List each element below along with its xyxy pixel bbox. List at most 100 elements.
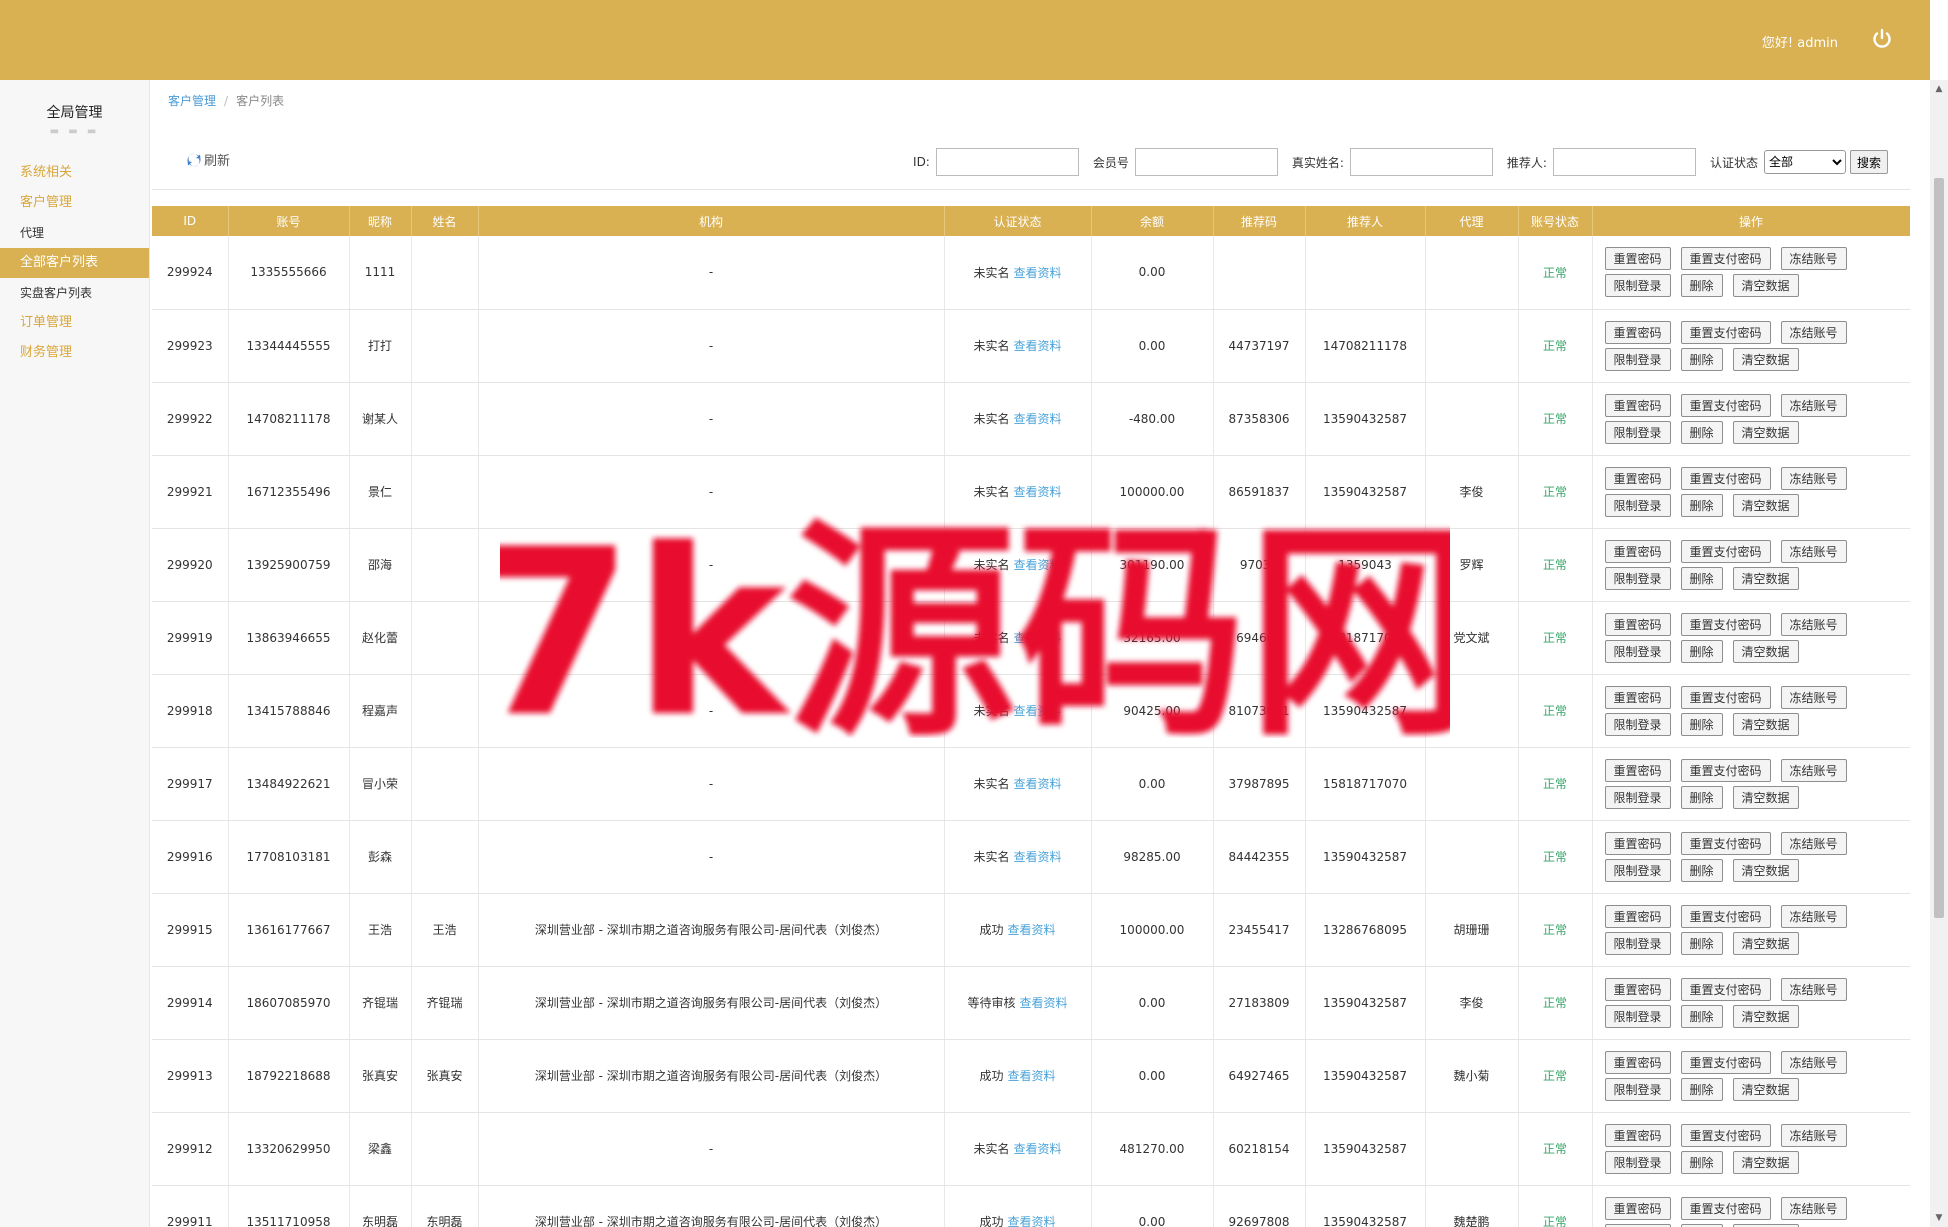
reset-password-button[interactable]: 重置密码 xyxy=(1604,539,1671,563)
scrollbar-thumb[interactable] xyxy=(1934,178,1944,918)
view-profile-link[interactable]: 查看资料 xyxy=(1014,777,1062,791)
freeze-account-button[interactable]: 冻结账号 xyxy=(1780,393,1847,417)
scroll-up-icon[interactable]: ▲ xyxy=(1934,84,1944,94)
freeze-account-button[interactable]: 冻结账号 xyxy=(1780,320,1847,344)
sidebar-item-1[interactable]: 客户管理 xyxy=(0,188,149,218)
delete-button[interactable]: 删除 xyxy=(1680,274,1723,298)
clear-data-button[interactable]: 清空数据 xyxy=(1732,274,1799,298)
reset-password-button[interactable]: 重置密码 xyxy=(1604,612,1671,636)
reset-pay-password-button[interactable]: 重置支付密码 xyxy=(1680,393,1771,417)
clear-data-button[interactable]: 清空数据 xyxy=(1732,712,1799,736)
sidebar-item-5[interactable]: 订单管理 xyxy=(0,308,149,338)
reset-password-button[interactable]: 重置密码 xyxy=(1604,1196,1671,1220)
restrict-login-button[interactable]: 限制登录 xyxy=(1604,347,1671,371)
reset-password-button[interactable]: 重置密码 xyxy=(1604,1050,1671,1074)
clear-data-button[interactable]: 清空数据 xyxy=(1732,639,1799,663)
delete-button[interactable]: 删除 xyxy=(1680,1223,1723,1227)
reset-password-button[interactable]: 重置密码 xyxy=(1604,1123,1671,1147)
reset-password-button[interactable]: 重置密码 xyxy=(1604,904,1671,928)
freeze-account-button[interactable]: 冻结账号 xyxy=(1780,247,1847,271)
freeze-account-button[interactable]: 冻结账号 xyxy=(1780,904,1847,928)
view-profile-link[interactable]: 查看资料 xyxy=(1008,1215,1056,1227)
restrict-login-button[interactable]: 限制登录 xyxy=(1604,1077,1671,1101)
reset-pay-password-button[interactable]: 重置支付密码 xyxy=(1680,320,1771,344)
reset-pay-password-button[interactable]: 重置支付密码 xyxy=(1680,1196,1771,1220)
reset-password-button[interactable]: 重置密码 xyxy=(1604,466,1671,490)
sidebar-item-0[interactable]: 系统相关 xyxy=(0,158,149,188)
freeze-account-button[interactable]: 冻结账号 xyxy=(1780,685,1847,709)
member-filter-input[interactable] xyxy=(1134,148,1278,176)
restrict-login-button[interactable]: 限制登录 xyxy=(1604,712,1671,736)
delete-button[interactable]: 删除 xyxy=(1680,347,1723,371)
reset-pay-password-button[interactable]: 重置支付密码 xyxy=(1680,539,1771,563)
sidebar-item-2[interactable]: 代理 xyxy=(0,218,149,248)
freeze-account-button[interactable]: 冻结账号 xyxy=(1780,977,1847,1001)
restrict-login-button[interactable]: 限制登录 xyxy=(1604,420,1671,444)
auth-status-select[interactable]: 全部 xyxy=(1763,150,1846,174)
sidebar-item-6[interactable]: 财务管理 xyxy=(0,338,149,368)
clear-data-button[interactable]: 清空数据 xyxy=(1732,931,1799,955)
vertical-scrollbar[interactable]: ▲ ▼ xyxy=(1930,80,1948,1227)
delete-button[interactable]: 删除 xyxy=(1680,1150,1723,1174)
restrict-login-button[interactable]: 限制登录 xyxy=(1604,1223,1671,1227)
reset-pay-password-button[interactable]: 重置支付密码 xyxy=(1680,1050,1771,1074)
freeze-account-button[interactable]: 冻结账号 xyxy=(1780,539,1847,563)
view-profile-link[interactable]: 查看资料 xyxy=(1014,485,1062,499)
reset-password-button[interactable]: 重置密码 xyxy=(1604,393,1671,417)
reset-password-button[interactable]: 重置密码 xyxy=(1604,320,1671,344)
delete-button[interactable]: 删除 xyxy=(1680,1077,1723,1101)
reset-password-button[interactable]: 重置密码 xyxy=(1604,977,1671,1001)
restrict-login-button[interactable]: 限制登录 xyxy=(1604,639,1671,663)
reset-pay-password-button[interactable]: 重置支付密码 xyxy=(1680,758,1771,782)
freeze-account-button[interactable]: 冻结账号 xyxy=(1780,831,1847,855)
delete-button[interactable]: 删除 xyxy=(1680,858,1723,882)
reset-pay-password-button[interactable]: 重置支付密码 xyxy=(1680,247,1771,271)
delete-button[interactable]: 删除 xyxy=(1680,566,1723,590)
view-profile-link[interactable]: 查看资料 xyxy=(1008,923,1056,937)
delete-button[interactable]: 删除 xyxy=(1680,420,1723,444)
reset-pay-password-button[interactable]: 重置支付密码 xyxy=(1680,1123,1771,1147)
freeze-account-button[interactable]: 冻结账号 xyxy=(1780,466,1847,490)
freeze-account-button[interactable]: 冻结账号 xyxy=(1780,612,1847,636)
restrict-login-button[interactable]: 限制登录 xyxy=(1604,785,1671,809)
clear-data-button[interactable]: 清空数据 xyxy=(1732,347,1799,371)
reset-password-button[interactable]: 重置密码 xyxy=(1604,685,1671,709)
clear-data-button[interactable]: 清空数据 xyxy=(1732,1077,1799,1101)
clear-data-button[interactable]: 清空数据 xyxy=(1732,858,1799,882)
clear-data-button[interactable]: 清空数据 xyxy=(1732,1223,1799,1227)
restrict-login-button[interactable]: 限制登录 xyxy=(1604,566,1671,590)
delete-button[interactable]: 删除 xyxy=(1680,931,1723,955)
freeze-account-button[interactable]: 冻结账号 xyxy=(1780,1050,1847,1074)
reset-password-button[interactable]: 重置密码 xyxy=(1604,831,1671,855)
clear-data-button[interactable]: 清空数据 xyxy=(1732,420,1799,444)
reset-pay-password-button[interactable]: 重置支付密码 xyxy=(1680,612,1771,636)
freeze-account-button[interactable]: 冻结账号 xyxy=(1780,758,1847,782)
search-button[interactable]: 搜索 xyxy=(1849,150,1888,174)
reset-password-button[interactable]: 重置密码 xyxy=(1604,247,1671,271)
restrict-login-button[interactable]: 限制登录 xyxy=(1604,1004,1671,1028)
clear-data-button[interactable]: 清空数据 xyxy=(1732,1004,1799,1028)
reset-pay-password-button[interactable]: 重置支付密码 xyxy=(1680,977,1771,1001)
reset-pay-password-button[interactable]: 重置支付密码 xyxy=(1680,904,1771,928)
power-icon[interactable] xyxy=(1870,27,1894,51)
restrict-login-button[interactable]: 限制登录 xyxy=(1604,493,1671,517)
delete-button[interactable]: 删除 xyxy=(1680,712,1723,736)
restrict-login-button[interactable]: 限制登录 xyxy=(1604,931,1671,955)
reset-pay-password-button[interactable]: 重置支付密码 xyxy=(1680,466,1771,490)
referrer-filter-input[interactable] xyxy=(1552,148,1696,176)
view-profile-link[interactable]: 查看资料 xyxy=(1014,1142,1062,1156)
view-profile-link[interactable]: 查看资料 xyxy=(1014,412,1062,426)
view-profile-link[interactable]: 查看资料 xyxy=(1014,850,1062,864)
clear-data-button[interactable]: 清空数据 xyxy=(1732,493,1799,517)
restrict-login-button[interactable]: 限制登录 xyxy=(1604,274,1671,298)
view-profile-link[interactable]: 查看资料 xyxy=(1014,339,1062,353)
reset-pay-password-button[interactable]: 重置支付密码 xyxy=(1680,685,1771,709)
scroll-down-icon[interactable]: ▼ xyxy=(1934,1213,1944,1223)
freeze-account-button[interactable]: 冻结账号 xyxy=(1780,1123,1847,1147)
view-profile-link[interactable]: 查看资料 xyxy=(1008,1069,1056,1083)
sidebar-item-3[interactable]: 全部客户列表 xyxy=(0,248,149,278)
realname-filter-input[interactable] xyxy=(1349,148,1493,176)
reset-password-button[interactable]: 重置密码 xyxy=(1604,758,1671,782)
delete-button[interactable]: 删除 xyxy=(1680,639,1723,663)
refresh-button[interactable]: 刷新 xyxy=(186,150,230,169)
